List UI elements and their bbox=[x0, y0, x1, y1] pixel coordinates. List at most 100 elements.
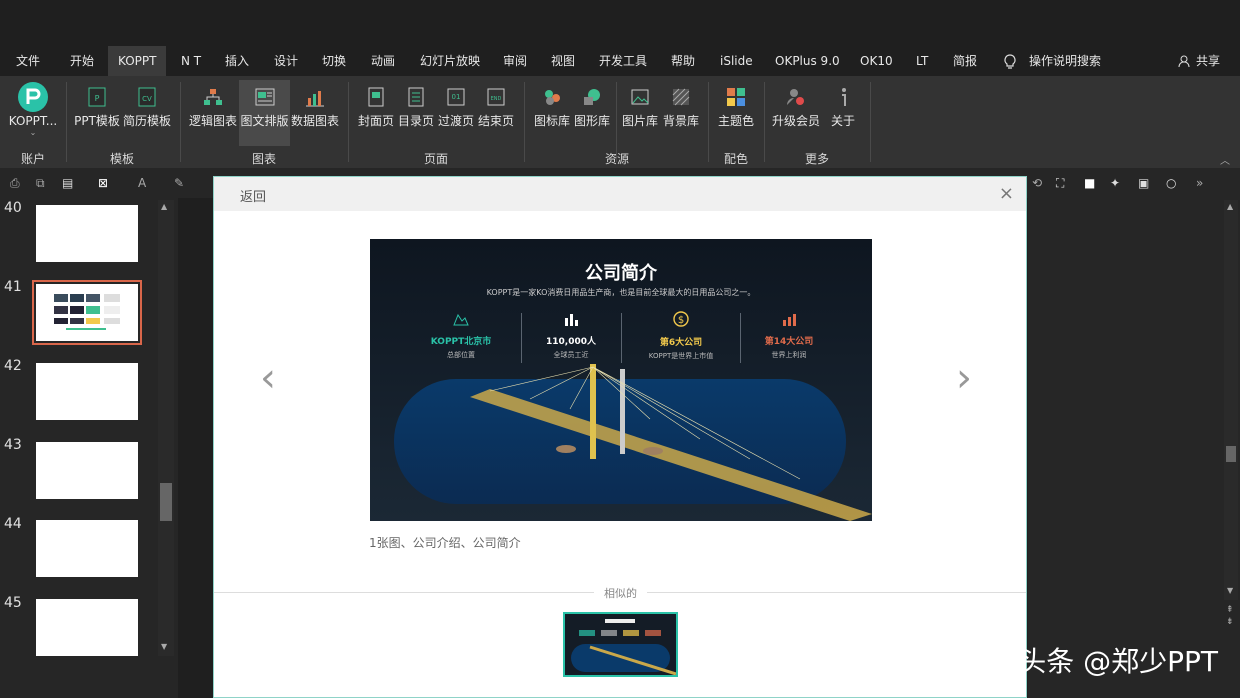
picture-icon[interactable]: ▣ bbox=[1138, 176, 1149, 190]
svg-text:$: $ bbox=[678, 315, 684, 326]
ppt-template-label: PPT模板 bbox=[74, 114, 120, 128]
image-layout-button[interactable]: 图文排版 bbox=[239, 80, 290, 146]
fill-square-icon[interactable]: ■ bbox=[1084, 176, 1095, 190]
prev-next-slide-icons[interactable]: ⇞ ⇟ bbox=[1226, 604, 1234, 628]
tab-help[interactable]: 帮助 bbox=[671, 46, 695, 76]
slide-thumbnail-43[interactable] bbox=[36, 442, 138, 499]
tab-ok10[interactable]: OK10 bbox=[860, 46, 893, 76]
tab-koppt[interactable]: KOPPT bbox=[108, 46, 167, 76]
cover-page-label: 封面页 bbox=[357, 114, 394, 128]
group-label-color: 配色 bbox=[723, 152, 748, 166]
person-icon bbox=[1178, 55, 1190, 68]
transition-page-button[interactable]: 01 过渡页 bbox=[436, 80, 476, 146]
share-button[interactable]: 共享 bbox=[1178, 46, 1220, 76]
tab-lt[interactable]: LT bbox=[916, 46, 928, 76]
font-color-icon[interactable]: A bbox=[138, 176, 146, 190]
tell-me-search[interactable]: 操作说明搜索 bbox=[1029, 46, 1101, 76]
ribbon: KOPPT... ⌄ P PPT模板 CV 简历模板 逻辑图表 图文排版 数据图… bbox=[0, 76, 1240, 168]
slide-thumbnail-42[interactable] bbox=[36, 363, 138, 420]
tab-animations[interactable]: 动画 bbox=[371, 46, 395, 76]
similar-template-thumbnail[interactable] bbox=[563, 612, 678, 677]
scrollbar-thumb[interactable] bbox=[160, 483, 172, 521]
format-painter-icon[interactable]: ⎙ bbox=[10, 176, 20, 191]
shape-library-label: 图形库 bbox=[573, 114, 610, 128]
icon-library-button[interactable]: 图标库 bbox=[532, 80, 572, 146]
slide-thumbnail-44[interactable] bbox=[36, 520, 138, 577]
circle-icon[interactable]: ○ bbox=[1166, 176, 1176, 190]
group-label-page: 页面 bbox=[423, 152, 448, 166]
group-separator bbox=[708, 82, 709, 162]
tab-developer[interactable]: 开发工具 bbox=[599, 46, 647, 76]
slide-thumbnail-40[interactable] bbox=[36, 205, 138, 262]
cover-page-button[interactable]: 封面页 bbox=[356, 80, 396, 146]
resume-template-button[interactable]: CV 简历模板 bbox=[122, 80, 172, 146]
scroll-down-icon[interactable]: ▼ bbox=[161, 642, 167, 651]
image-layout-label: 图文排版 bbox=[240, 114, 289, 128]
tab-okplus[interactable]: OKPlus 9.0 bbox=[775, 46, 840, 76]
slide-thumbnail-45[interactable] bbox=[36, 599, 138, 656]
prev-arrow-icon[interactable]: ‹ bbox=[260, 355, 276, 401]
transition-page-label: 过渡页 bbox=[437, 114, 474, 128]
back-button[interactable]: 返回 bbox=[240, 186, 266, 205]
group-label-more: 更多 bbox=[804, 152, 829, 166]
tab-view[interactable]: 视图 bbox=[551, 46, 575, 76]
ending-page-button[interactable]: END 结束页 bbox=[476, 80, 516, 146]
data-chart-button[interactable]: 数据图表 bbox=[290, 80, 340, 146]
ppt-template-button[interactable]: P PPT模板 bbox=[72, 80, 122, 146]
stat-label: 总部位置 bbox=[447, 351, 475, 359]
slide-panel-scrollbar[interactable]: ▲ ▼ bbox=[158, 200, 174, 656]
slide-number: 44 bbox=[4, 516, 22, 532]
stat-label: KOPPT是世界上市值 bbox=[648, 352, 714, 360]
eyedropper-icon[interactable]: ✦ bbox=[1110, 176, 1120, 190]
stat-profit: 第14大公司 世界上利润 bbox=[734, 311, 844, 360]
tab-home[interactable]: 开始 bbox=[70, 46, 94, 76]
close-icon[interactable]: × bbox=[999, 183, 1014, 204]
tab-review[interactable]: 审阅 bbox=[503, 46, 527, 76]
lightbulb-icon[interactable] bbox=[1003, 46, 1017, 76]
logic-chart-button[interactable]: 逻辑图表 bbox=[188, 80, 238, 146]
crop-icon[interactable]: ⛶ bbox=[1056, 176, 1064, 191]
tab-slideshow[interactable]: 幻灯片放映 bbox=[420, 46, 480, 76]
slide-number: 42 bbox=[4, 358, 22, 374]
copy-icon[interactable]: ⧉ bbox=[36, 176, 45, 191]
collapse-ribbon-icon[interactable]: ︿ bbox=[1220, 152, 1230, 167]
logic-chart-label: 逻辑图表 bbox=[188, 114, 237, 128]
stat-value: 第6大公司 bbox=[659, 338, 703, 348]
about-button[interactable]: 关于 bbox=[826, 80, 860, 146]
scrollbar-thumb[interactable] bbox=[1226, 446, 1236, 462]
upgrade-member-button[interactable]: 升级会员 bbox=[770, 80, 822, 146]
tab-nt[interactable]: N T bbox=[181, 46, 201, 76]
chevron-down-icon: ⌄ bbox=[29, 128, 37, 137]
background-library-button[interactable]: 背景库 bbox=[660, 80, 702, 146]
lasso-icon[interactable]: ⟲ bbox=[1032, 176, 1042, 190]
koppt-account-button[interactable]: KOPPT... ⌄ bbox=[6, 80, 60, 146]
ending-page-label: 结束页 bbox=[477, 114, 514, 128]
toc-page-button[interactable]: 目录页 bbox=[396, 80, 436, 146]
canvas-scrollbar[interactable]: ▲ ▼ bbox=[1224, 200, 1238, 600]
theme-color-label: 主题色 bbox=[717, 114, 754, 128]
scroll-up-icon[interactable]: ▲ bbox=[161, 202, 167, 211]
pen-icon[interactable]: ✎ bbox=[174, 176, 184, 190]
stat-headquarters: KOPPT北京市 总部位置 bbox=[406, 311, 516, 360]
svg-text:CV: CV bbox=[142, 95, 152, 103]
tab-insert[interactable]: 插入 bbox=[225, 46, 249, 76]
tab-briefing[interactable]: 简报 bbox=[953, 46, 977, 76]
scroll-up-icon[interactable]: ▲ bbox=[1227, 202, 1233, 211]
scroll-down-icon[interactable]: ▼ bbox=[1227, 586, 1233, 595]
bar-chart-icon bbox=[565, 314, 578, 326]
image-library-button[interactable]: 图片库 bbox=[620, 80, 660, 146]
tab-file[interactable]: 文件 bbox=[16, 46, 40, 76]
text-direction-icon[interactable]: ⊠ bbox=[98, 176, 108, 190]
next-arrow-icon[interactable]: › bbox=[956, 355, 972, 401]
theme-color-button[interactable]: 主题色 bbox=[714, 80, 758, 146]
tab-transitions[interactable]: 切换 bbox=[322, 46, 346, 76]
tab-design[interactable]: 设计 bbox=[274, 46, 298, 76]
cover-page-icon bbox=[368, 87, 384, 107]
tab-islide[interactable]: iSlide bbox=[720, 46, 753, 76]
slide-number: 40 bbox=[4, 200, 22, 216]
shape-library-button[interactable]: 图形库 bbox=[572, 80, 612, 146]
slide-thumbnail-41[interactable] bbox=[32, 280, 142, 345]
group-label-chart: 图表 bbox=[251, 152, 276, 166]
more-arrows-icon[interactable]: » bbox=[1196, 176, 1203, 190]
textbox-icon[interactable]: ▤ bbox=[62, 176, 73, 190]
